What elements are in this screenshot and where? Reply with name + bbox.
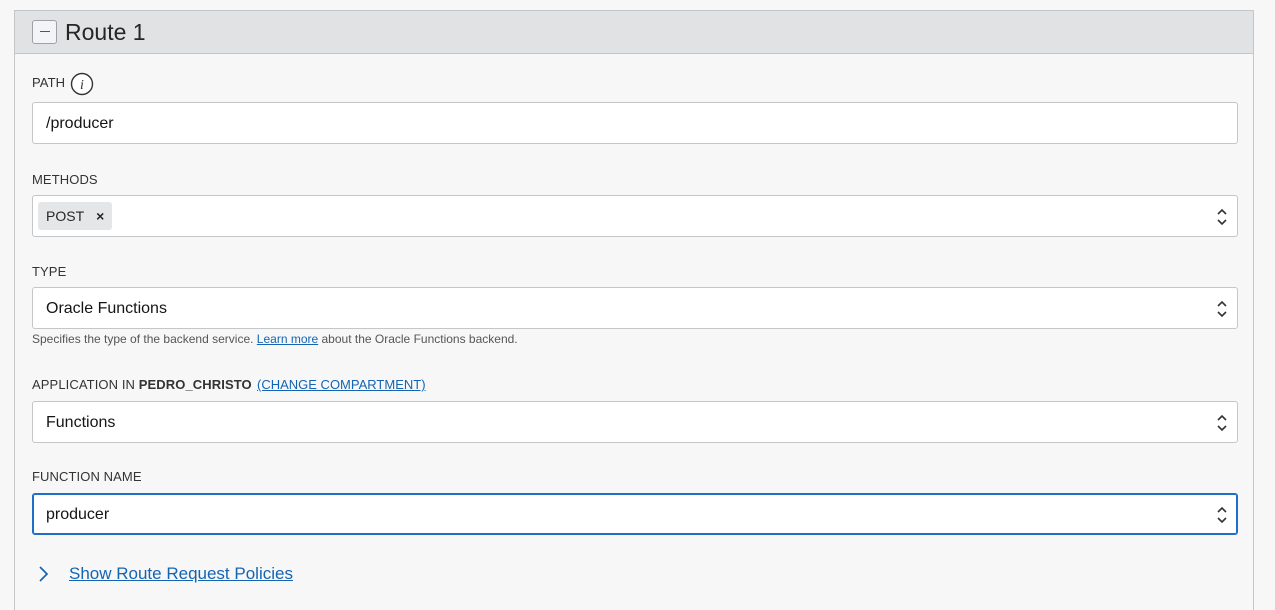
remove-method-icon[interactable]: ×	[96, 209, 104, 223]
route-header: Route 1	[15, 11, 1253, 54]
application-select[interactable]: Functions	[32, 401, 1238, 443]
select-arrows-icon	[1217, 506, 1227, 524]
function-name-value: producer	[46, 506, 110, 523]
function-name-select[interactable]: producer	[32, 493, 1238, 535]
show-policies-toggle[interactable]: Show Route Request Policies	[36, 563, 293, 585]
path-input[interactable]: /producer	[32, 102, 1238, 144]
chevron-right-icon	[39, 566, 49, 582]
minus-icon	[40, 31, 50, 32]
svg-text:i: i	[80, 78, 84, 93]
route-title: Route 1	[65, 19, 146, 45]
learn-more-link[interactable]: Learn more	[257, 332, 318, 346]
type-value: Oracle Functions	[46, 300, 167, 317]
type-select[interactable]: Oracle Functions	[32, 287, 1238, 329]
application-label-prefix: APPLICATION IN	[32, 377, 139, 392]
function-name-label: FUNCTION NAME	[32, 469, 142, 484]
type-help-prefix: Specifies the type of the backend servic…	[32, 332, 257, 346]
show-policies-link[interactable]: Show Route Request Policies	[69, 564, 293, 584]
path-value: /producer	[46, 115, 114, 132]
type-label: TYPE	[32, 264, 67, 279]
path-label: PATH	[32, 75, 66, 90]
methods-label: METHODS	[32, 172, 98, 187]
info-icon[interactable]: i	[70, 72, 94, 96]
select-arrows-icon	[1217, 414, 1227, 432]
methods-select[interactable]: POST ×	[32, 195, 1238, 237]
type-help-suffix: about the Oracle Functions backend.	[318, 332, 518, 346]
application-label: APPLICATION IN PEDRO_CHRISTO	[32, 377, 252, 393]
method-chip-label: POST	[46, 208, 85, 224]
select-arrows-icon	[1217, 208, 1227, 226]
collapse-route-button[interactable]	[32, 20, 57, 44]
type-help-text: Specifies the type of the backend servic…	[32, 332, 518, 347]
change-compartment-link[interactable]: (CHANGE COMPARTMENT)	[257, 377, 426, 393]
compartment-name: PEDRO_CHRISTO	[138, 377, 252, 392]
select-arrows-icon	[1217, 300, 1227, 318]
application-value: Functions	[46, 414, 116, 431]
method-chip: POST ×	[38, 202, 113, 230]
